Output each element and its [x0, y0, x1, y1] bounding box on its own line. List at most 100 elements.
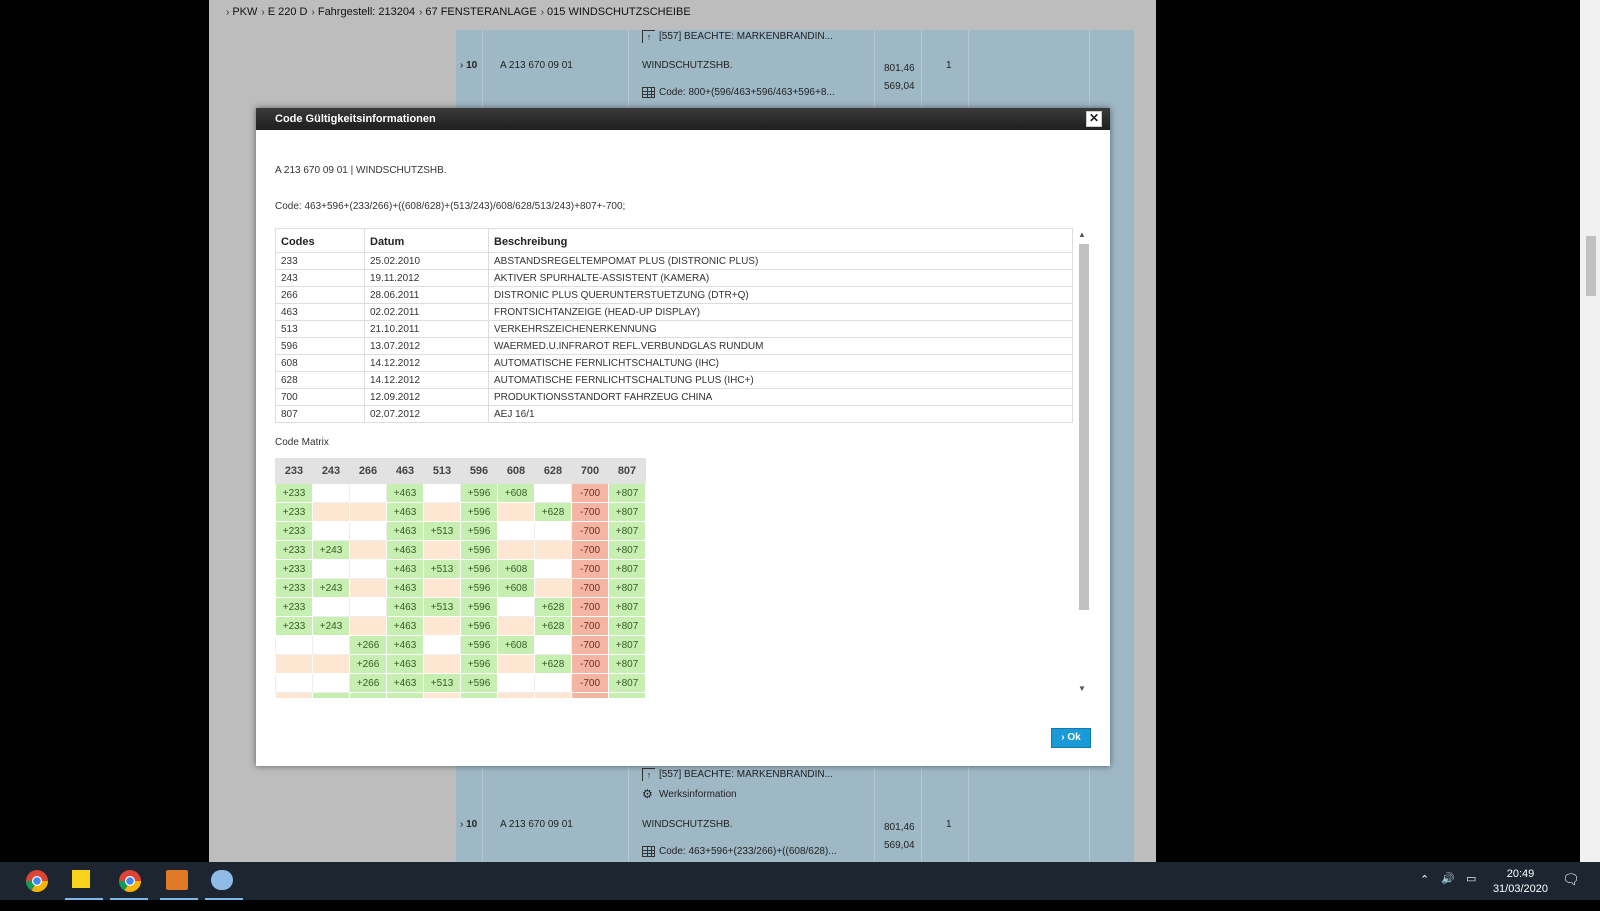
matrix-cell: +233 — [275, 483, 313, 503]
matrix-column-header: 243 — [312, 458, 350, 484]
matrix-cell: +233 — [275, 597, 313, 617]
office-icon[interactable] — [166, 870, 188, 890]
dialog-scroll-area[interactable]: Codes Datum Beschreibung 233 25.02.2010 ABST… — [275, 228, 1078, 698]
matrix-cell — [349, 559, 387, 579]
document-icon: ↑ — [642, 30, 655, 43]
matrix-cell: -700 — [571, 521, 609, 541]
table-cell: AUTOMATISCHE FERNLICHTSCHALTUNG PLUS (IH… — [488, 371, 1073, 389]
breadcrumb-item[interactable]: › E 220 D — [261, 6, 307, 18]
table-cell: 628 — [275, 371, 365, 389]
table-cell: 807 — [275, 405, 365, 423]
ok-button[interactable]: › Ok — [1051, 728, 1091, 748]
gear-document-icon: ⚙ — [642, 787, 653, 801]
table-cell: 13.07.2012 — [364, 337, 489, 355]
chevron-right-icon: › — [226, 6, 230, 18]
matrix-cell — [534, 559, 572, 579]
table-row: 608 14.12.2012 AUTOMATISCHE FERNLICHTSCHAL… — [275, 354, 1073, 372]
matrix-cell: +463 — [386, 502, 424, 522]
matrix-cell — [349, 540, 387, 560]
factory-info-link[interactable]: ⚙ Werksinformation — [642, 788, 737, 800]
sticky-notes-icon[interactable] — [72, 870, 90, 888]
notification-icon[interactable]: 🗨 — [1562, 871, 1580, 909]
matrix-cell — [534, 578, 572, 598]
matrix-cell: -700 — [571, 692, 609, 698]
chevron-up-icon[interactable]: ⌃ — [1420, 873, 1429, 911]
matrix-row: +243+266+463 +596 -700+807 — [275, 692, 646, 698]
matrix-cell — [312, 483, 350, 503]
table-cell: VERKEHRSZEICHENERKENNUNG — [488, 320, 1073, 338]
scrollbar-thumb[interactable] — [1586, 236, 1596, 296]
matrix-cell — [534, 483, 572, 503]
breadcrumb-item[interactable]: › 015 WINDSCHUTZSCHEIBE — [541, 6, 691, 18]
scroll-up-icon[interactable]: ▲ — [1078, 230, 1086, 239]
matrix-cell — [312, 597, 350, 617]
close-icon[interactable]: ✕ — [1086, 111, 1102, 127]
matrix-column-header: 628 — [534, 458, 572, 484]
matrix-cell: +807 — [608, 578, 646, 598]
table-cell: 02.07.2012 — [364, 405, 489, 423]
matrix-row: +233 +463 +596 +628 -700 +807 — [275, 502, 646, 522]
part-info: A 213 670 09 01 | WINDSCHUTZSHB. — [275, 165, 447, 176]
matrix-column-header: 266 — [349, 458, 387, 484]
matrix-cell: +266 — [349, 692, 387, 698]
matrix-cell: +608 — [497, 578, 535, 598]
matrix-cell — [275, 692, 313, 698]
matrix-cell: +628 — [534, 502, 572, 522]
matrix-cell: +463 — [386, 692, 424, 698]
matrix-cell: -700 — [571, 635, 609, 655]
breadcrumb-item[interactable]: › Fahrgestell: 213204 — [312, 6, 416, 18]
volume-icon[interactable]: 🔊 — [1441, 872, 1455, 910]
matrix-cell — [275, 635, 313, 655]
table-cell: 596 — [275, 337, 365, 355]
matrix-cell: +596 — [460, 559, 498, 579]
table-cell: AKTIVER SPURHALTE-ASSISTENT (KAMERA) — [488, 269, 1073, 287]
table-cell: 700 — [275, 388, 365, 406]
matrix-cell: +807 — [608, 559, 646, 579]
table-cell: FRONTSICHTANZEIGE (HEAD-UP DISPLAY) — [488, 303, 1073, 321]
matrix-cell: +596 — [460, 692, 498, 698]
matrix-cell — [312, 654, 350, 674]
matrix-cell: +807 — [608, 673, 646, 693]
matrix-cell: +807 — [608, 692, 646, 698]
matrix-row: +266 +463 +596 +608 -700 +807 — [275, 635, 646, 655]
matrix-cell — [423, 502, 461, 522]
breadcrumb-item[interactable]: › PKW — [226, 6, 257, 18]
chrome-icon[interactable] — [24, 868, 50, 894]
page-scrollbar[interactable] — [1580, 0, 1600, 862]
matrix-cell: -700 — [571, 597, 609, 617]
column-header: Codes — [275, 228, 365, 253]
system-clock[interactable]: 20:49 31/03/2020 — [1493, 867, 1548, 897]
matrix-cell: +807 — [608, 540, 646, 560]
matrix-cell — [312, 521, 350, 541]
code-matrix: 233 243 266 463 513 596 608 628 700 807 +233 +463 +… — [275, 458, 646, 698]
note-link[interactable]: ↑ [557] BEACHTE: MARKENBRANDIN... — [642, 30, 833, 43]
table-cell: 463 — [275, 303, 365, 321]
matrix-cell — [497, 502, 535, 522]
matrix-cell: +243 — [312, 692, 350, 698]
expand-row-toggle[interactable]: › 10 — [460, 60, 477, 71]
matrix-cell: +807 — [608, 654, 646, 674]
matrix-cell: +266 — [349, 654, 387, 674]
vertical-scrollbar[interactable]: ▲ ▼ — [1076, 228, 1090, 698]
matrix-cell: +807 — [608, 616, 646, 636]
scroll-down-icon[interactable]: ▼ — [1078, 684, 1086, 693]
paint-icon[interactable] — [211, 870, 233, 890]
code-link[interactable]: Code: 463+596+(233/266)+((608/628)... — [642, 846, 837, 857]
table-cell: 02.02.2011 — [364, 303, 489, 321]
breadcrumb-item[interactable]: › 67 FENSTERANLAGE — [419, 6, 537, 18]
code-matrix-label: Code Matrix — [275, 437, 329, 448]
matrix-column-header: 807 — [608, 458, 646, 484]
matrix-cell — [349, 502, 387, 522]
matrix-cell — [312, 635, 350, 655]
code-link[interactable]: Code: 800+(596/463+596/463+596+8... — [642, 87, 835, 98]
chrome-icon[interactable] — [117, 868, 143, 894]
note-link[interactable]: ↑ [557] BEACHTE: MARKENBRANDIN... — [642, 768, 833, 781]
matrix-cell: +807 — [608, 521, 646, 541]
matrix-cell: +628 — [534, 654, 572, 674]
battery-icon[interactable]: ▭ — [1466, 872, 1476, 910]
matrix-cell: +266 — [349, 635, 387, 655]
matrix-cell — [534, 673, 572, 693]
scrollbar-thumb[interactable] — [1079, 244, 1089, 610]
expand-row-toggle[interactable]: › 10 — [460, 819, 477, 830]
chevron-right-icon: › — [419, 6, 423, 18]
